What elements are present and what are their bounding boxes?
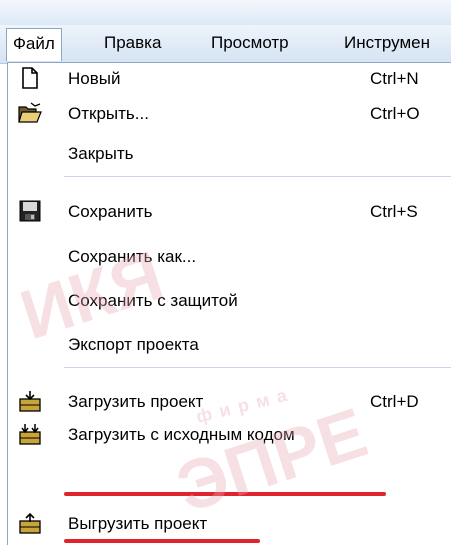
menu-bar: Файл Правка Просмотр Инструмен — [0, 25, 451, 64]
menu-item-label: Экспорт проекта — [68, 335, 199, 354]
load-source-icon — [18, 422, 42, 446]
menu-item-label: Открыть... — [68, 104, 149, 123]
menu-file[interactable]: Файл — [6, 28, 62, 61]
menu-item-save[interactable]: Сохранить Ctrl+S — [8, 196, 451, 226]
load-project-icon — [18, 389, 42, 413]
menu-edit[interactable]: Правка — [104, 33, 161, 53]
menu-item-label: Сохранить как... — [68, 247, 197, 266]
menu-separator — [64, 367, 451, 368]
menu-view[interactable]: Просмотр — [211, 33, 289, 53]
menu-item-export-project[interactable]: Экспорт проекта — [8, 329, 451, 359]
file-dropdown-menu: Новый Ctrl+N Открыть... Ctrl+O Закрыть С… — [7, 62, 451, 545]
open-folder-icon — [18, 101, 42, 125]
menu-item-label: Новый — [68, 69, 121, 88]
menu-item-label: Сохранить с защитой — [68, 291, 238, 310]
menu-item-label: Сохранить — [68, 202, 153, 221]
menu-item-shortcut: Ctrl+N — [370, 69, 419, 88]
menu-item-save-as[interactable]: Сохранить как... — [8, 241, 451, 271]
menu-item-label: Выгрузить проект — [68, 514, 208, 533]
menu-item-new[interactable]: Новый Ctrl+N — [8, 63, 451, 93]
window-top-strip — [0, 0, 451, 25]
menu-item-close[interactable]: Закрыть — [8, 138, 451, 168]
menu-item-unload-project[interactable]: Выгрузить проект — [8, 508, 451, 538]
menu-item-load-project[interactable]: Загрузить проект Ctrl+D — [8, 386, 451, 416]
new-document-icon — [18, 66, 42, 90]
save-disk-icon — [18, 199, 42, 223]
menu-item-save-protected[interactable]: Сохранить с защитой — [8, 285, 451, 315]
menu-item-load-with-source[interactable]: Загрузить с исходным кодом — [8, 419, 451, 449]
menu-item-shortcut: Ctrl+D — [370, 392, 419, 411]
menu-item-open[interactable]: Открыть... Ctrl+O — [8, 98, 451, 128]
menu-item-label: Закрыть — [68, 144, 134, 163]
menu-tools[interactable]: Инструмен — [344, 33, 430, 53]
red-underline-highlight — [64, 492, 386, 496]
menu-item-label: Загрузить проект — [68, 392, 204, 411]
menu-item-shortcut: Ctrl+O — [370, 104, 420, 123]
menu-item-shortcut: Ctrl+S — [370, 202, 418, 221]
unload-project-icon — [18, 511, 42, 535]
menu-item-label: Загрузить с исходным кодом — [68, 425, 295, 444]
red-underline-highlight — [64, 539, 260, 543]
menu-separator — [64, 176, 451, 177]
